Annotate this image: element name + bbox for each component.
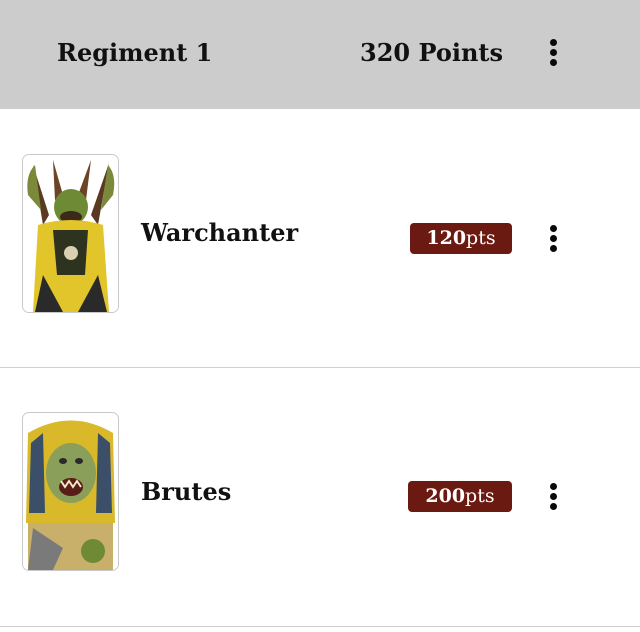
unit-points-badge: 200pts bbox=[408, 481, 512, 512]
regiment-menu-icon[interactable] bbox=[544, 36, 564, 70]
brutes-image bbox=[22, 412, 119, 571]
unit-row-brutes[interactable]: Brutes 200pts bbox=[0, 368, 640, 627]
unit-points-badge: 120pts bbox=[410, 223, 512, 254]
unit-points-value: 120 bbox=[426, 227, 467, 249]
unit-menu-icon[interactable] bbox=[544, 222, 564, 256]
regiment-title: Regiment 1 bbox=[57, 38, 213, 67]
unit-points-value: 200 bbox=[425, 485, 466, 507]
regiment-points-total: 320 Points bbox=[360, 38, 504, 67]
unit-points-suffix: pts bbox=[465, 485, 495, 507]
brutes-miniature-icon bbox=[23, 413, 118, 570]
unit-name: Warchanter bbox=[141, 218, 299, 247]
unit-points-suffix: pts bbox=[466, 227, 496, 249]
warchanter-miniature-icon bbox=[23, 155, 118, 312]
unit-name: Brutes bbox=[141, 477, 232, 506]
unit-menu-icon[interactable] bbox=[544, 480, 564, 514]
regiment-header: Regiment 1 320 Points bbox=[0, 0, 640, 109]
warchanter-image bbox=[22, 154, 119, 313]
unit-row-warchanter[interactable]: Warchanter 120pts bbox=[0, 109, 640, 368]
